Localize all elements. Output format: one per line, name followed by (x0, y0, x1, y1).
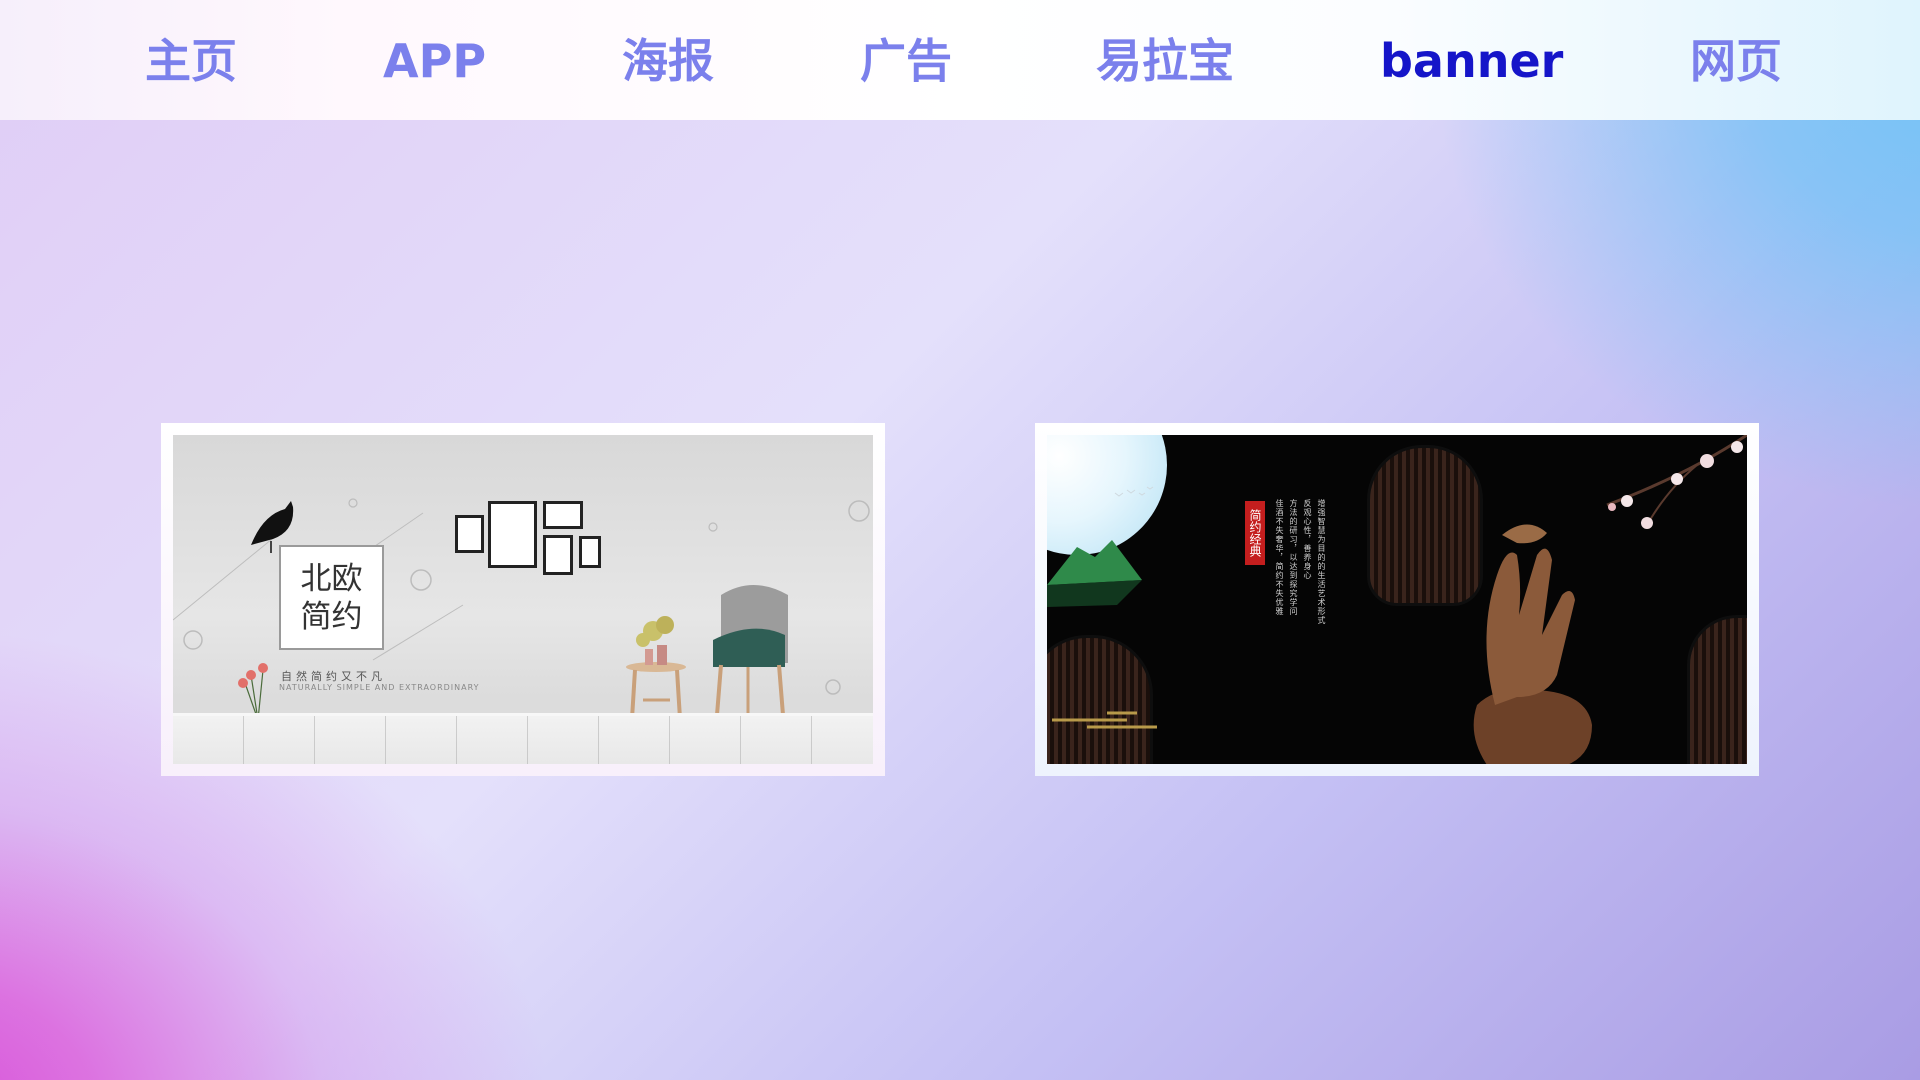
wall-frame (488, 501, 537, 568)
banner-card-nordic[interactable]: 北欧 简约 自然简约又不凡 NATURALLY SIMPLE AND EXTRA… (161, 423, 885, 776)
top-navigation: 主页 APP 海报 广告 易拉宝 banner 网页 (0, 0, 1920, 120)
wall-frame (579, 536, 601, 568)
wall-frame (543, 535, 573, 575)
nordic-banner-image: 北欧 简约 自然简约又不凡 NATURALLY SIMPLE AND EXTRA… (173, 435, 873, 764)
nav-item-webpage[interactable]: 网页 (1690, 30, 1782, 92)
zen-tag: 简约经典 (1245, 501, 1265, 565)
wall-frame (455, 515, 484, 553)
nav-item-home[interactable]: 主页 (145, 30, 237, 92)
nav-item-advert[interactable]: 广告 (860, 30, 952, 92)
zen-text-line: 反观心性，善养身心 (1303, 499, 1312, 580)
nordic-subtitle-cn: 自然简约又不凡 (281, 670, 386, 683)
zen-text-line: 方法的研习，以达到探究学问 (1289, 499, 1298, 616)
banner-card-zen[interactable]: 简约经典 佳酒不失奢华，简约不失优雅 方法的研习，以达到探究学问 反观心性，善养… (1035, 423, 1759, 776)
zen-decoration (1047, 435, 1747, 764)
nordic-title-box: 北欧 简约 (279, 545, 384, 650)
floor (173, 713, 873, 764)
nav-item-rollup-banner[interactable]: 易拉宝 (1096, 30, 1234, 92)
title-line-2: 简约 (300, 598, 363, 635)
title-line-1: 北欧 (300, 560, 363, 597)
nav-item-app[interactable]: APP (383, 30, 486, 92)
wall-frame (543, 501, 583, 529)
nav-item-banner[interactable]: banner (1380, 30, 1563, 92)
zen-text-line: 增强智慧为目的的生活艺术形式 (1317, 499, 1326, 625)
nav-item-poster[interactable]: 海报 (622, 30, 714, 92)
nordic-subtitle-en: NATURALLY SIMPLE AND EXTRAORDINARY (279, 683, 480, 692)
zen-text-line: 佳酒不失奢华，简约不失优雅 (1275, 499, 1284, 616)
zen-banner-image: 简约经典 佳酒不失奢华，简约不失优雅 方法的研习，以达到探究学问 反观心性，善养… (1047, 435, 1747, 764)
